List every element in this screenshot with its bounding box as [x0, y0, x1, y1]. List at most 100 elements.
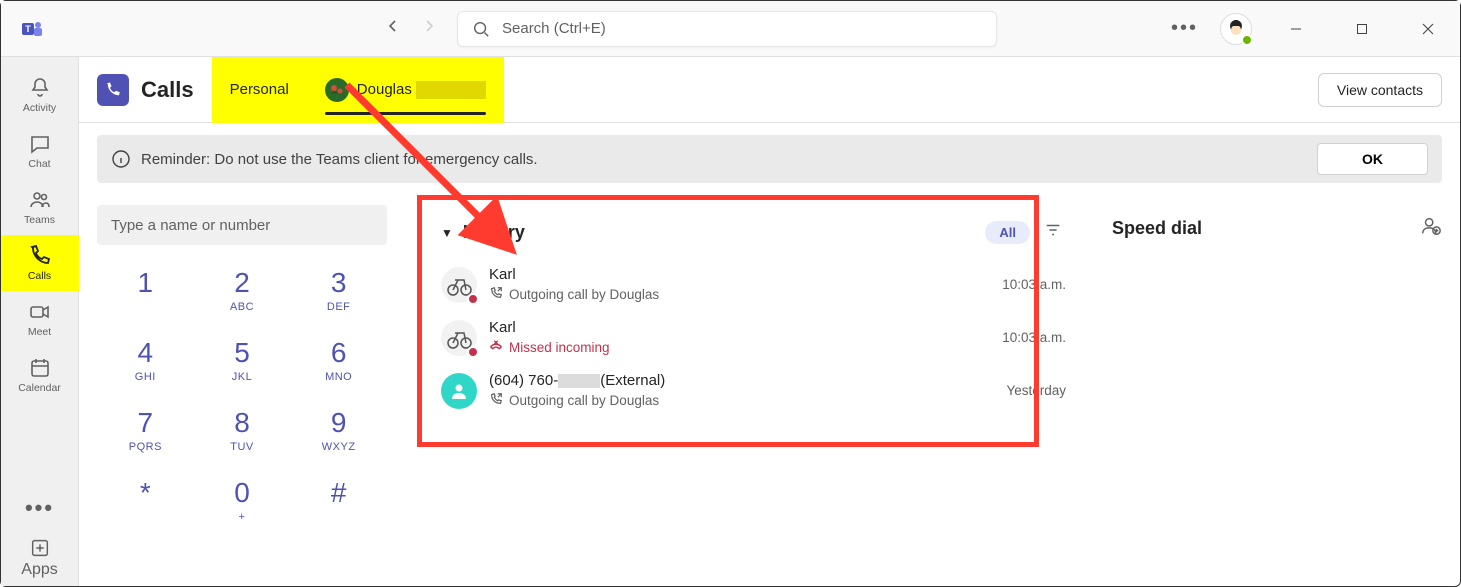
tab-personal[interactable]: Personal [212, 57, 307, 123]
calls-app-icon [97, 74, 129, 106]
maximize-button[interactable] [1340, 13, 1384, 45]
nav-calls[interactable]: Calls [1, 235, 79, 291]
nav-label: Meet [28, 326, 51, 338]
call-direction-icon [489, 339, 503, 356]
history-item-sub: Outgoing call by Douglas [489, 392, 994, 409]
history-item-name: Karl [489, 266, 990, 284]
dialpad-letters: TUV [230, 441, 254, 453]
dialpad-key-9[interactable]: 9WXYZ [290, 409, 387, 453]
history-nav [385, 18, 437, 39]
tab-label: Douglas [357, 81, 412, 98]
history-item[interactable]: Karl Missed incoming 10:03 a.m. [417, 311, 1082, 364]
dialpad-key-3[interactable]: 3 DEF [290, 269, 387, 313]
dial-input[interactable] [97, 205, 387, 245]
dialpad-key-1[interactable]: 1 [97, 269, 194, 313]
contact-avatar [441, 320, 477, 356]
apps-icon [29, 537, 51, 559]
history-item-time: 10:03 a.m. [1002, 330, 1066, 345]
dialpad-letters: GHI [135, 371, 156, 383]
history-item-info: Karl Missed incoming [489, 319, 990, 356]
dialpad-digit: 1 [138, 269, 154, 297]
emergency-banner: Reminder: Do not use the Teams client fo… [97, 135, 1442, 183]
nav-more[interactable]: ••• [1, 486, 79, 530]
history-item-name: Karl [489, 319, 990, 337]
dialpad-key-#[interactable]: # [290, 479, 387, 523]
nav-label: Teams [24, 214, 55, 226]
banner-ok-button[interactable]: OK [1317, 143, 1428, 175]
nav-label: Activity [23, 102, 56, 114]
presence-available-icon [1241, 34, 1253, 46]
close-button[interactable] [1406, 13, 1450, 45]
dialpad-digit: 4 [138, 339, 154, 367]
dialpad-digit: * [140, 479, 151, 507]
main-content: Calls Personal Douglas View contacts Rem… [79, 57, 1460, 586]
nav-apps[interactable]: Apps [1, 530, 79, 586]
nav-teams[interactable]: Teams [1, 179, 79, 235]
dialpad-key-5[interactable]: 5JKL [194, 339, 291, 383]
app-rail: Activity Chat Teams Calls Meet Calendar … [1, 57, 79, 586]
dialpad-key-0[interactable]: 0+ [194, 479, 291, 523]
nav-calendar[interactable]: Calendar [1, 347, 79, 403]
nav-label: Calls [28, 270, 51, 282]
banner-text: Reminder: Do not use the Teams client fo… [141, 151, 538, 168]
dialpad-key-7[interactable]: 7PQRS [97, 409, 194, 453]
nav-label: Calendar [18, 382, 61, 394]
people-icon [28, 188, 52, 212]
redacted-surname [416, 81, 486, 99]
history-item-info: Karl Outgoing call by Douglas [489, 266, 990, 303]
teams-logo-icon: T [19, 16, 45, 42]
presence-busy-icon [467, 293, 479, 305]
more-icon[interactable]: ••• [1171, 17, 1198, 40]
dialpad-letters: DEF [327, 301, 351, 313]
call-direction-icon [489, 392, 503, 409]
collapse-caret-icon[interactable]: ▼ [441, 226, 453, 240]
tab-label: Personal [230, 81, 289, 98]
info-icon [111, 149, 131, 169]
search-input[interactable] [502, 20, 982, 37]
nav-label: Chat [28, 158, 50, 170]
filter-icon[interactable] [1040, 217, 1066, 248]
history-item-sub: Missed incoming [489, 339, 990, 356]
dialpad: 1 2ABC 3 DEF 4 GHI 5JKL6MNO 7PQRS 8 TUV 9WXYZ * 0+… [97, 269, 387, 523]
history-item-sub: Outgoing call by Douglas [489, 286, 990, 303]
add-speed-dial-icon[interactable] [1420, 215, 1442, 242]
tab-account-douglas[interactable]: Douglas [307, 57, 504, 123]
speed-dial-title: Speed dial [1112, 218, 1202, 239]
calendar-icon [28, 356, 52, 380]
history-filter-all[interactable]: All [985, 221, 1030, 244]
nav-meet[interactable]: Meet [1, 291, 79, 347]
dialpad-key-4[interactable]: 4 GHI [97, 339, 194, 383]
nav-activity[interactable]: Activity [1, 67, 79, 123]
dialpad-digit: 8 [234, 409, 250, 437]
account-avatar-icon [325, 78, 349, 102]
svg-text:T: T [25, 24, 31, 34]
page-title: Calls [141, 77, 194, 103]
phone-icon [28, 244, 52, 268]
titlebar: T ••• [1, 1, 1460, 57]
nav-chat[interactable]: Chat [1, 123, 79, 179]
history-item-time: 10:03 a.m. [1002, 277, 1066, 292]
current-user-avatar[interactable] [1220, 13, 1252, 45]
history-item-name: (604) 760-(External) [489, 372, 994, 390]
dialpad-key-2[interactable]: 2ABC [194, 269, 291, 313]
dialpad-key-6[interactable]: 6MNO [290, 339, 387, 383]
dialpad-digit: 2 [234, 269, 250, 297]
history-title: History [463, 222, 525, 243]
dialpad-key-*[interactable]: * [97, 479, 194, 523]
search-box[interactable] [457, 11, 997, 47]
dialpad-key-8[interactable]: 8 TUV [194, 409, 291, 453]
dialpad-letters: MNO [325, 371, 352, 383]
history-panel: ▼ History All Karl Outgoing call by Dougl… [417, 195, 1082, 586]
view-contacts-button[interactable]: View contacts [1318, 73, 1442, 107]
search-icon [472, 20, 490, 38]
dialpad-digit: 3 [331, 269, 347, 297]
nav-label: Apps [21, 561, 57, 579]
dialpad-digit: 5 [234, 339, 250, 367]
back-icon[interactable] [385, 18, 401, 39]
minimize-button[interactable] [1274, 13, 1318, 45]
dialpad-letters: PQRS [129, 441, 162, 453]
redacted-digits [558, 374, 600, 388]
history-item[interactable]: (604) 760-(External) Outgoing call by Dou… [417, 364, 1082, 417]
history-item[interactable]: Karl Outgoing call by Douglas 10:03 a.m. [417, 258, 1082, 311]
contact-avatar [441, 267, 477, 303]
